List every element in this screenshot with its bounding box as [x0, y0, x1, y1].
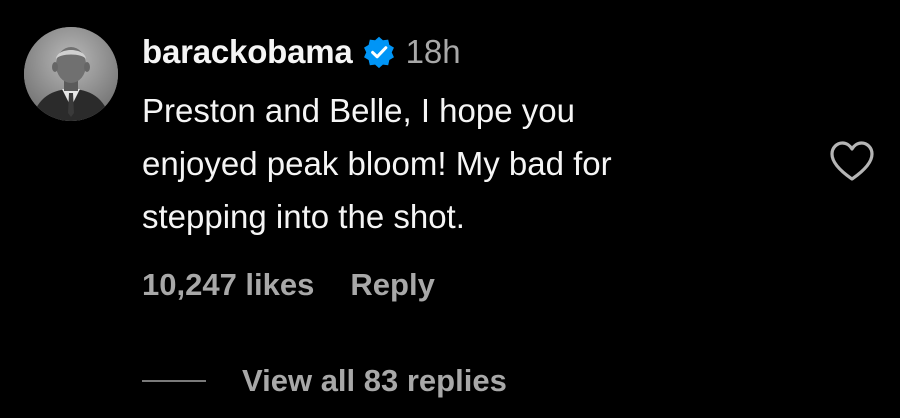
- comment-text-line: Preston and Belle, I hope you: [142, 92, 575, 129]
- like-button[interactable]: [829, 140, 875, 182]
- comment-text: Preston and Belle, I hope you enjoyed pe…: [142, 84, 802, 243]
- verified-badge-icon: [362, 35, 396, 69]
- view-replies-button[interactable]: View all 83 replies: [142, 360, 507, 402]
- comment-header: barackobama 18h: [142, 30, 461, 74]
- reply-button[interactable]: Reply: [350, 267, 434, 303]
- username[interactable]: barackobama: [142, 33, 353, 71]
- heart-outline-icon: [830, 141, 874, 181]
- timestamp[interactable]: 18h: [406, 33, 461, 71]
- comment-text-line: enjoyed peak bloom! My bad for: [142, 145, 612, 182]
- comment-text-line: stepping into the shot.: [142, 198, 465, 235]
- replies-divider-line: [142, 380, 206, 382]
- likes-count[interactable]: 10,247 likes: [142, 267, 314, 303]
- avatar[interactable]: [24, 27, 118, 121]
- comment-actions: 10,247 likes Reply: [142, 264, 435, 306]
- comment: barackobama 18h Preston and Belle, I hop…: [0, 0, 900, 418]
- view-replies-label: View all 83 replies: [242, 363, 507, 398]
- profile-photo-icon: [24, 27, 118, 121]
